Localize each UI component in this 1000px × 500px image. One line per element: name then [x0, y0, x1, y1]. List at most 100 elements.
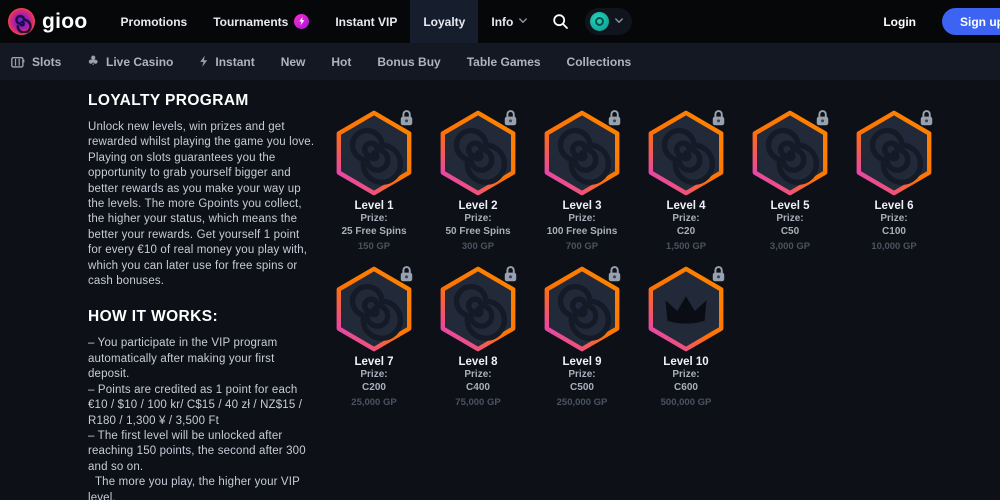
prize-label: Prize: — [880, 213, 907, 225]
page-title: LOYALTY PROGRAM — [88, 92, 316, 110]
lock-icon — [815, 108, 830, 127]
subnav-item-label: Instant — [215, 55, 254, 69]
prize-label: Prize: — [464, 213, 491, 225]
prize-label: Prize: — [360, 213, 387, 225]
intro-paragraph: Unlock new levels, win prizes and get re… — [88, 120, 316, 289]
prize-label: Prize: — [568, 369, 595, 381]
topnav-item-label: Tournaments — [213, 15, 288, 29]
level-badge — [852, 109, 936, 197]
level-name: Level 10 — [663, 356, 708, 368]
gp-requirement: 75,000 GP — [455, 397, 500, 408]
level-name: Level 2 — [459, 200, 498, 212]
topnav-item-label: Promotions — [121, 15, 188, 29]
lock-icon — [711, 108, 726, 127]
lock-icon — [711, 264, 726, 283]
gioo-logo[interactable]: gioo — [8, 8, 88, 35]
level-badge — [748, 109, 832, 197]
subnav-item-table-games[interactable]: Table Games — [467, 55, 541, 69]
level-card: Level 1Prize:25 Free Spins 150 GP — [322, 109, 426, 252]
subnav-item-label: Slots — [32, 55, 61, 69]
level-card: Level 2Prize:50 Free Spins 300 GP — [426, 109, 530, 252]
gp-requirement: 300 GP — [462, 241, 494, 252]
loyalty-text-column: LOYALTY PROGRAM Unlock new levels, win p… — [88, 92, 316, 500]
prize-value: 50 Free Spins — [445, 226, 510, 238]
level-card: Level 6Prize:C10010,000 GP — [842, 109, 946, 252]
prize-label: Prize: — [672, 213, 699, 225]
topnav-item-tournaments[interactable]: Tournaments — [200, 0, 322, 43]
level-badge — [332, 109, 416, 197]
category-navbar: Slots ♣ Live Casino Instant New Hot Bonus Buy T… — [0, 43, 1000, 80]
level-badge — [644, 265, 728, 353]
level-name: Level 9 — [563, 356, 602, 368]
level-badge — [540, 265, 624, 353]
lock-icon — [399, 108, 414, 127]
how-it-works-item: – The first level will be unlocked after… — [88, 429, 316, 475]
lock-icon — [607, 108, 622, 127]
lock-icon — [399, 264, 414, 283]
topnav-items: Promotions Tournaments Instant VIP Loyalty I… — [108, 0, 541, 43]
subnav-item-label: Table Games — [467, 55, 541, 69]
subnav-item-bonus-buy[interactable]: Bonus Buy — [377, 55, 440, 69]
chevron-down-icon — [519, 18, 527, 26]
search-icon — [552, 13, 569, 30]
prize-label: Prize: — [464, 369, 491, 381]
level-badge — [436, 265, 520, 353]
subnav-item-collections[interactable]: Collections — [567, 55, 632, 69]
level-badge — [436, 109, 520, 197]
topnav-item-instant-vip[interactable]: Instant VIP — [322, 0, 410, 43]
prize-value: C400 — [466, 382, 490, 394]
lock-icon — [919, 108, 934, 127]
lock-icon — [503, 108, 518, 127]
level-card: Level 9Prize:C500 250,000 GP — [530, 265, 634, 408]
gp-requirement: 250,000 GP — [557, 397, 608, 408]
currency-avatar-icon — [590, 12, 609, 31]
login-button[interactable]: Login — [883, 15, 916, 29]
prize-value: C100 — [882, 226, 906, 238]
level-name: Level 3 — [563, 200, 602, 212]
subnav-item-label: Live Casino — [106, 55, 173, 69]
level-badge — [540, 109, 624, 197]
gp-requirement: 25,000 GP — [351, 397, 396, 408]
level-name: Level 8 — [459, 356, 498, 368]
prize-value: 25 Free Spins — [341, 226, 406, 238]
subnav-item-instant[interactable]: Instant — [199, 55, 254, 69]
subnav-item-new[interactable]: New — [281, 55, 306, 69]
topnav-item-promotions[interactable]: Promotions — [108, 0, 201, 43]
topnav-item-loyalty[interactable]: Loyalty — [410, 0, 478, 43]
level-name: Level 1 — [355, 200, 394, 212]
level-badge — [332, 265, 416, 353]
slots-icon — [11, 56, 25, 68]
search-button[interactable] — [546, 7, 575, 36]
subnav-item-hot[interactable]: Hot — [331, 55, 351, 69]
locale-selector[interactable] — [585, 8, 632, 35]
tournaments-badge — [294, 14, 309, 29]
level-card: Level 5Prize:C503,000 GP — [738, 109, 842, 252]
how-it-works-item: – Points are credited as 1 point for eac… — [88, 383, 316, 429]
chevron-down-icon — [615, 18, 623, 26]
subnav-item-slots[interactable]: Slots — [11, 55, 61, 69]
club-icon: ♣ — [87, 55, 99, 68]
level-name: Level 4 — [667, 200, 706, 212]
how-it-works-title: HOW IT WORKS: — [88, 308, 316, 326]
prize-value: 100 Free Spins — [547, 226, 618, 238]
prize-label: Prize: — [360, 369, 387, 381]
level-card: Level 10Prize:C600500,000 GP — [634, 265, 738, 408]
signup-button[interactable]: Sign up — [942, 8, 1000, 35]
topnav-item-info[interactable]: Info — [478, 0, 540, 43]
gp-requirement: 1,500 GP — [666, 241, 706, 252]
subnav-item-live-casino[interactable]: ♣ Live Casino — [87, 55, 173, 69]
auth-area: Login Sign up — [883, 8, 1000, 35]
level-card: Level 4Prize:C201,500 GP — [634, 109, 738, 252]
topnav-item-label: Loyalty — [423, 15, 465, 29]
level-name: Level 6 — [875, 200, 914, 212]
gp-requirement: 500,000 GP — [661, 397, 712, 408]
level-card: Level 7Prize:C20025,000 GP — [322, 265, 426, 408]
gp-requirement: 3,000 GP — [770, 241, 810, 252]
gp-requirement: 150 GP — [358, 241, 390, 252]
how-it-works-item: The more you play, the higher your VIP l… — [88, 475, 316, 500]
lightning-icon — [199, 55, 208, 68]
levels-grid: Level 1Prize:25 Free Spins150 GPLevel 2P… — [322, 109, 946, 408]
prize-value: C600 — [674, 382, 698, 394]
level-name: Level 5 — [771, 200, 810, 212]
prize-value: C500 — [570, 382, 594, 394]
